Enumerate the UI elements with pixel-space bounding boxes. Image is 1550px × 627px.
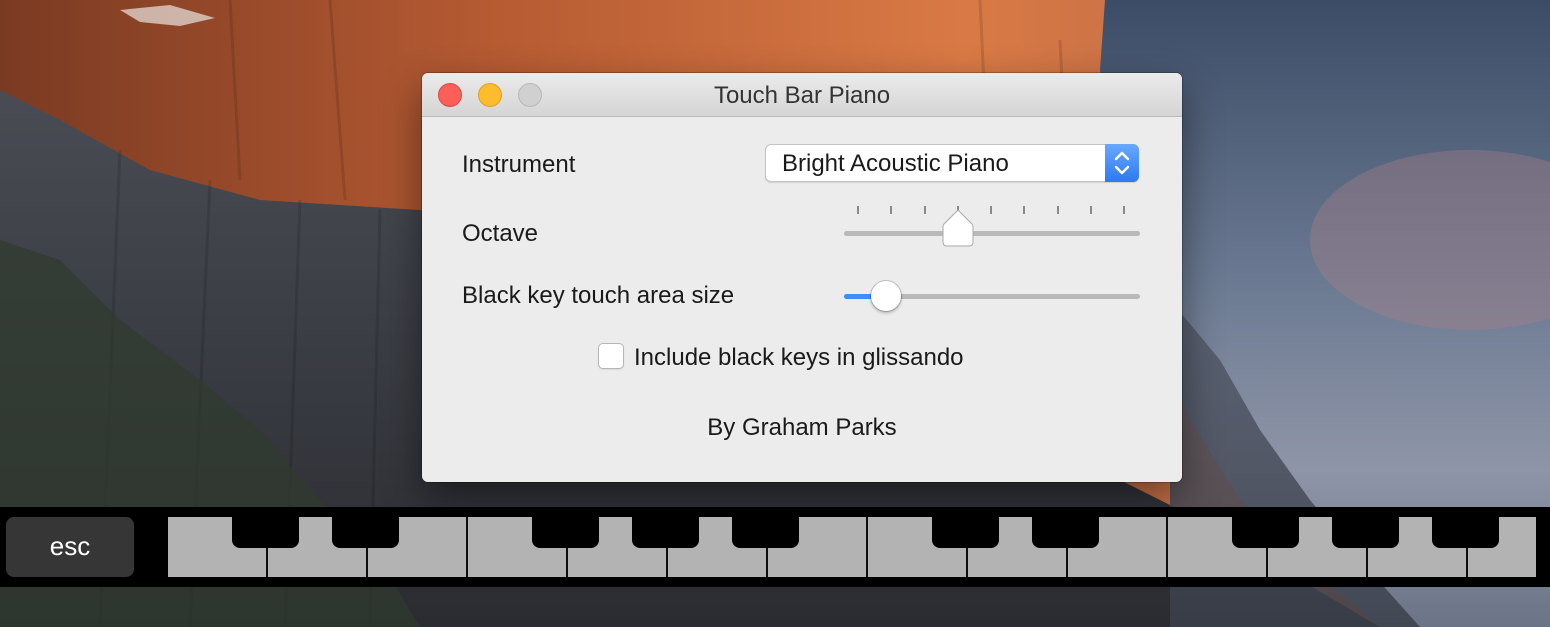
black-key[interactable] — [932, 517, 999, 548]
preferences-window: Touch Bar Piano Instrument Bright Acoust… — [422, 73, 1182, 482]
octave-tick — [1123, 206, 1125, 214]
title-bar[interactable]: Touch Bar Piano — [422, 73, 1182, 117]
black-key[interactable] — [1332, 517, 1399, 548]
black-key[interactable] — [632, 517, 699, 548]
octave-tick — [857, 206, 859, 214]
touch-bar: esc — [0, 507, 1550, 587]
instrument-label: Instrument — [462, 151, 576, 178]
octave-label: Octave — [462, 220, 539, 247]
black-key[interactable] — [332, 517, 399, 548]
black-key[interactable] — [732, 517, 799, 548]
up-down-chevron-icon — [1114, 151, 1130, 175]
popup-stepper — [1105, 144, 1139, 182]
piano-keyboard — [168, 517, 1536, 577]
window-title: Touch Bar Piano — [713, 82, 891, 109]
black-key[interactable] — [532, 517, 599, 548]
black-key[interactable] — [1232, 517, 1299, 548]
octave-slider-track — [844, 231, 1140, 236]
black-key[interactable] — [1032, 517, 1099, 548]
glissando-label[interactable]: Include black keys in glissando — [634, 344, 964, 372]
instrument-popup[interactable]: Bright Acoustic Piano — [765, 144, 1139, 182]
black-key[interactable] — [1432, 517, 1499, 548]
instrument-selected-value: Bright Acoustic Piano — [782, 150, 1009, 177]
octave-tick — [1057, 206, 1059, 214]
octave-slider[interactable] — [842, 201, 1142, 251]
octave-tick — [924, 206, 926, 214]
octave-tick — [1023, 206, 1025, 214]
octave-tick — [890, 206, 892, 214]
credit-text: By Graham Parks — [707, 414, 897, 441]
octave-slider-knob[interactable] — [942, 209, 974, 247]
black-key-area-slider[interactable] — [842, 278, 1142, 314]
black-key-area-knob[interactable] — [871, 281, 901, 311]
octave-tick — [1090, 206, 1092, 214]
glissando-checkbox[interactable] — [598, 343, 624, 369]
octave-tick — [990, 206, 992, 214]
black-key[interactable] — [232, 517, 299, 548]
esc-key[interactable]: esc — [6, 517, 134, 577]
black-key-area-label: Black key touch area size — [462, 282, 735, 309]
